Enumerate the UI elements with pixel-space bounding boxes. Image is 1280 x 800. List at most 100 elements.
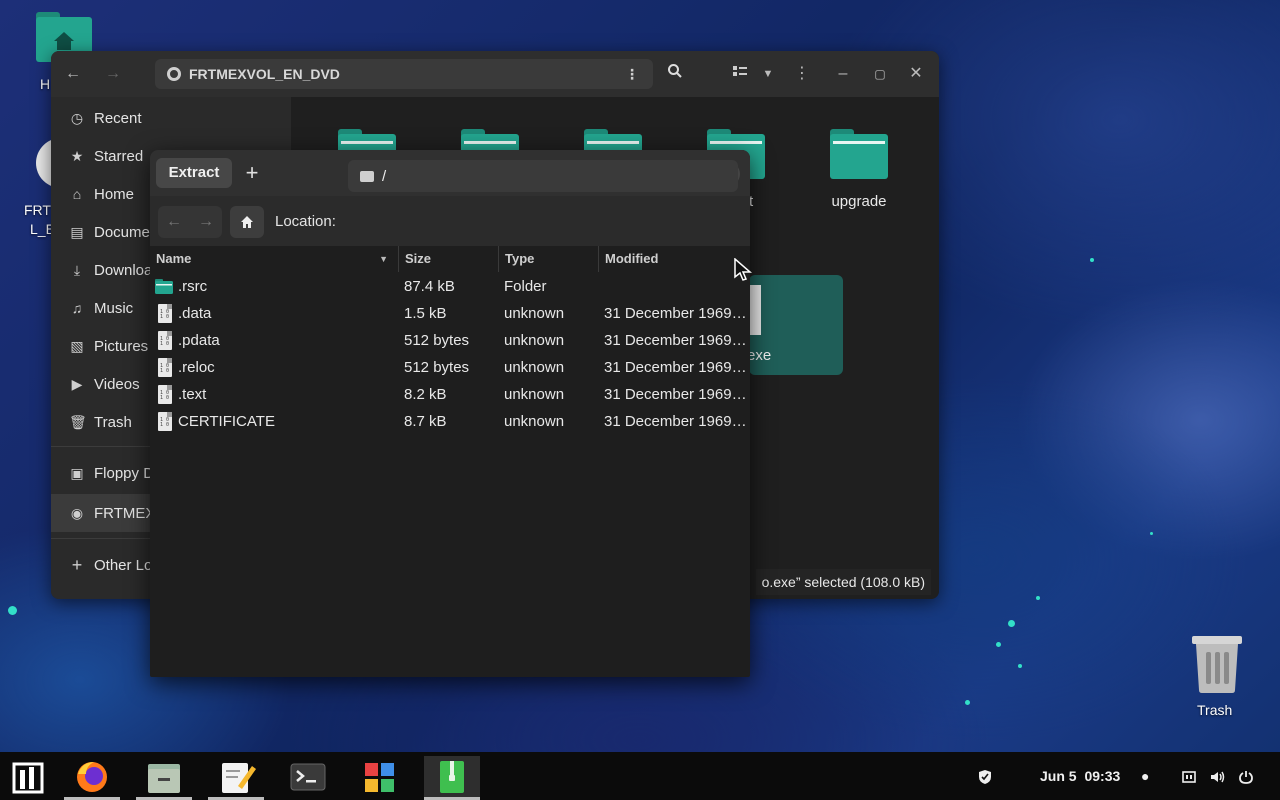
location-input[interactable] (348, 160, 738, 192)
shield-icon (979, 770, 991, 785)
file-size: 1.5 kB (404, 305, 447, 322)
home-icon (241, 216, 253, 228)
table-row[interactable]: 1 01 0 .pdata 512 bytes unknown 31 Decem… (150, 327, 750, 354)
arrow-left-icon: ← (166, 213, 182, 230)
download-icon: ⤓ (73, 261, 81, 278)
path-menu-icon[interactable]: ⋮ (625, 66, 639, 83)
security-tray[interactable] (978, 752, 992, 800)
file-name: .reloc (178, 359, 215, 376)
file-size: 8.2 kB (404, 386, 447, 403)
path-bar[interactable]: FRTMEXVOL_EN_DVD ⋮ (155, 59, 653, 89)
maximize-button[interactable]: ▢ (869, 63, 891, 85)
archive-manager-window[interactable]: Extract + setup.exe ⋮ – ▢ ✕ ← → Location… (150, 150, 750, 677)
file-modified: 31 December 1969… (604, 359, 746, 376)
folder-label: upgrade (831, 193, 887, 210)
video-icon: ▶ (71, 375, 83, 392)
plus-icon: + (245, 160, 259, 185)
sidebar-item-label: Downloa (94, 261, 153, 279)
network-tray[interactable] (1182, 752, 1196, 800)
back-button[interactable]: ← (62, 63, 84, 85)
sort-descending-icon: ▼ (379, 254, 388, 264)
picture-icon: ▧ (70, 337, 84, 354)
dot-icon: ● (1141, 768, 1150, 784)
volume-tray[interactable] (1210, 752, 1226, 800)
sidebar-item-label: Other Lo (94, 556, 153, 574)
clock-date: Jun 5 (1040, 768, 1077, 784)
extract-button[interactable]: Extract (156, 158, 232, 188)
view-list-button[interactable] (729, 63, 751, 85)
speaker-icon (1211, 771, 1225, 783)
column-header-label: Size (405, 251, 432, 266)
column-header-type[interactable]: Type (499, 246, 599, 272)
taskbar-firefox[interactable] (64, 756, 120, 800)
column-header-label: Type (505, 251, 535, 266)
binary-file-icon: 1 01 0 (158, 331, 172, 350)
app-menu-button[interactable] (0, 756, 56, 800)
software-center-icon (365, 763, 394, 792)
main-menu-button[interactable]: ⋮ (791, 63, 813, 85)
forward-button[interactable]: → (102, 63, 124, 85)
back-button[interactable]: ← (158, 206, 190, 238)
folder-icon (155, 279, 173, 294)
star-icon: ★ (70, 147, 84, 164)
taskbar-text-editor[interactable] (208, 756, 264, 800)
taskbar-terminal[interactable] (280, 756, 336, 800)
sidebar-item-label: Recent (94, 109, 142, 127)
file-size: 87.4 kB (404, 278, 455, 295)
navigation-group: ← → (158, 206, 222, 238)
power-tray[interactable] (1239, 752, 1253, 800)
table-row[interactable]: 1 01 0 .data 1.5 kB unknown 31 December … (150, 300, 750, 327)
taskbar-software-center[interactable] (352, 756, 408, 800)
table-row[interactable]: 1 01 0 .text 8.2 kB unknown 31 December … (150, 381, 750, 408)
column-header-modified[interactable]: Modified (599, 246, 750, 272)
text-editor-icon (222, 763, 256, 793)
binary-file-icon: 1 01 0 (158, 385, 172, 404)
clock[interactable]: Jun 5 09:33 (1040, 752, 1120, 800)
taskbar-file-manager[interactable] (136, 756, 192, 800)
column-header-label: Modified (605, 251, 659, 266)
home-button[interactable] (230, 206, 264, 238)
desktop-trash-label: Trash (1197, 702, 1233, 718)
chevron-down-icon: ▼ (762, 68, 774, 80)
selected-exe-file[interactable]: exe (747, 275, 843, 375)
arrow-right-icon: → (105, 65, 121, 82)
folder-icon[interactable] (830, 129, 888, 179)
search-icon (668, 64, 682, 78)
firefox-icon (77, 762, 107, 792)
location-label: Location: (275, 213, 336, 230)
table-row[interactable]: 1 01 0 .reloc 512 bytes unknown 31 Decem… (150, 354, 750, 381)
folder-icon (360, 171, 374, 182)
maximize-icon: ▢ (874, 67, 886, 81)
taskbar-archive-manager[interactable] (424, 756, 480, 800)
sidebar-item-recent[interactable]: ◷ Recent (51, 101, 291, 135)
desktop-home-label: H (40, 76, 51, 92)
column-header-name[interactable]: Name ▼ (150, 246, 399, 272)
trash-can-icon (1192, 636, 1242, 693)
file-type: Folder (504, 278, 547, 295)
minimize-icon: – (838, 65, 848, 82)
file-modified (604, 273, 746, 300)
document-icon: ▤ (70, 223, 84, 240)
mouse-cursor-icon (734, 258, 752, 281)
forward-button[interactable]: → (190, 206, 222, 238)
notification-indicator[interactable]: ● (1141, 752, 1149, 800)
binary-file-icon: 1 01 0 (158, 358, 172, 377)
add-files-button[interactable]: + (239, 160, 265, 186)
table-row[interactable]: 1 01 0 CERTIFICATE 8.7 kB unknown 31 Dec… (150, 408, 750, 435)
file-size: 8.7 kB (404, 413, 447, 430)
view-options-button[interactable]: ▼ (757, 63, 779, 85)
file-modified: 31 December 1969… (604, 386, 746, 403)
minimize-button[interactable]: – (832, 63, 854, 85)
file-modified: 31 December 1969… (604, 413, 746, 430)
search-button[interactable] (664, 63, 686, 85)
app-menu-icon (12, 762, 44, 794)
close-button[interactable]: ✕ (905, 63, 927, 85)
exe-file-label: exe (747, 347, 772, 364)
file-modified: 31 December 1969… (604, 332, 746, 349)
table-row[interactable]: .rsrc 87.4 kB Folder (150, 273, 750, 300)
file-type: unknown (504, 305, 565, 322)
plus-icon: + (71, 554, 83, 575)
file-name: .rsrc (178, 278, 208, 295)
column-header-size[interactable]: Size (399, 246, 499, 272)
clock-time: 09:33 (1084, 768, 1121, 784)
